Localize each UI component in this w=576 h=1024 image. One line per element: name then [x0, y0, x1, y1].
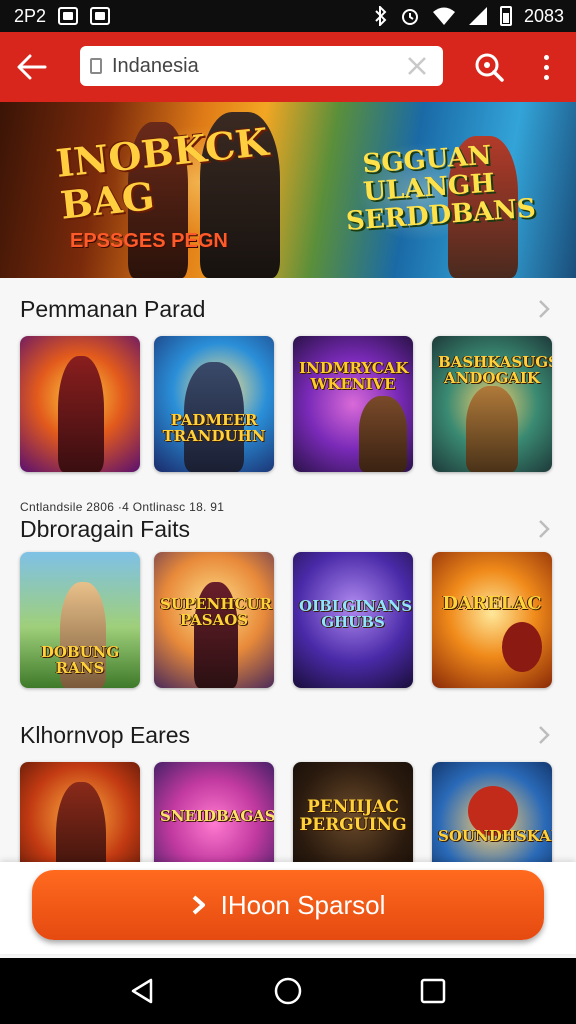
- game-character: [466, 386, 518, 472]
- more-menu-button[interactable]: [530, 46, 562, 88]
- clear-icon[interactable]: [405, 54, 429, 78]
- game-title: DOBUNG RANS: [40, 643, 120, 677]
- chevron-right-icon: [192, 895, 205, 915]
- section-header-3[interactable]: Klhornvop Eares: [20, 718, 556, 752]
- app-bar: [0, 32, 576, 102]
- circle-home-icon: [274, 977, 302, 1005]
- hero-title-left: INOBKCK BAG: [53, 118, 271, 228]
- section-title: Dbroragain Faits: [20, 515, 191, 542]
- action-strip: IHoon Sparsol: [0, 862, 576, 954]
- game-title: SUPENHCUR PASAOS: [160, 595, 272, 629]
- primary-action-button[interactable]: IHoon Sparsol: [32, 870, 544, 940]
- game-tile[interactable]: [20, 336, 140, 472]
- back-arrow-icon: [17, 54, 47, 80]
- triangle-back-icon: [131, 978, 152, 1004]
- bluetooth-icon: [375, 6, 387, 26]
- search-icon: [475, 53, 504, 82]
- alarm-icon: [401, 9, 418, 25]
- game-character: [58, 356, 104, 472]
- screen: 2P2 2083 Indanesia INOBKCK BAG EPSSGES P…: [0, 0, 576, 1024]
- game-title: DARELAC: [442, 593, 542, 614]
- chevron-right-icon[interactable]: [532, 723, 556, 747]
- game-row-1: PADMEER TRANDUHN INDMRYCAK WKENIVE BASHK…: [20, 336, 560, 472]
- hero-title-right: SGGUAN ULANGH SERDDBANS: [345, 140, 537, 237]
- chevron-right-icon[interactable]: [532, 297, 556, 321]
- back-button[interactable]: [0, 32, 64, 102]
- status-time: 2P2: [14, 5, 47, 26]
- status-bar: 2P2 2083: [0, 0, 576, 32]
- menu-dot: [543, 74, 549, 80]
- section-title: Pemmanan Parad: [20, 295, 206, 322]
- battery-icon: [499, 6, 512, 26]
- hero-banner[interactable]: INOBKCK BAG EPSSGES PEGN SGGUAN ULANGH S…: [0, 102, 576, 278]
- search-button[interactable]: [468, 46, 510, 88]
- game-shield: [502, 622, 542, 672]
- lock-icon: [90, 58, 102, 74]
- wifi-icon: [432, 7, 455, 25]
- nav-recents-button[interactable]: [409, 967, 457, 1015]
- game-title: BASHKASUGS ANDOGAIK: [438, 353, 552, 387]
- section-title: Klhornvop Eares: [20, 721, 191, 748]
- game-tile[interactable]: DOBUNG RANS: [20, 552, 140, 688]
- game-title: SOUNDHSKANS: [438, 827, 552, 845]
- game-tile[interactable]: SUPENHCUR PASAOS: [154, 552, 274, 688]
- game-row-2: DOBUNG RANS SUPENHCUR PASAOS OIBLGINANS …: [20, 552, 560, 688]
- nav-home-button[interactable]: [264, 967, 312, 1015]
- status-clock: 2083: [523, 5, 564, 26]
- game-tile[interactable]: OIBLGINANS GHUBS: [293, 552, 413, 688]
- chevron-right-icon[interactable]: [532, 517, 556, 541]
- action-label: IHoon Sparsol: [220, 889, 386, 920]
- game-title: PENIIJAC PERGUING: [299, 797, 407, 835]
- game-tile[interactable]: PADMEER TRANDUHN: [154, 336, 274, 472]
- status-left: 2P2: [14, 5, 111, 27]
- notification-icon: [58, 7, 79, 25]
- nav-back-button[interactable]: [119, 967, 167, 1015]
- signal-icon: [468, 7, 487, 25]
- game-title: INDMRYCAK WKENIVE: [299, 359, 409, 393]
- game-title: SNEIDBAGAS: [160, 807, 274, 825]
- menu-dot: [543, 64, 549, 70]
- menu-dot: [543, 54, 549, 60]
- game-tile[interactable]: DARELAC: [432, 552, 552, 688]
- square-recents-icon: [421, 978, 446, 1004]
- game-title: PADMEER TRANDUHN: [162, 411, 266, 445]
- game-character: [359, 396, 407, 472]
- search-box: [80, 46, 443, 86]
- gallery-icon: [90, 7, 111, 25]
- search-input[interactable]: [112, 54, 382, 78]
- section-header-2[interactable]: Dbroragain Faits: [20, 512, 556, 546]
- status-right: 2083: [374, 6, 564, 27]
- navigation-bar: [0, 958, 576, 1024]
- game-title: OIBLGINANS GHUBS: [299, 597, 413, 631]
- game-tile[interactable]: INDMRYCAK WKENIVE: [293, 336, 413, 472]
- hero-tagline: EPSSGES PEGN: [70, 230, 228, 252]
- section-header-1[interactable]: Pemmanan Parad: [20, 292, 556, 326]
- game-tile[interactable]: BASHKASUGS ANDOGAIK: [432, 336, 552, 472]
